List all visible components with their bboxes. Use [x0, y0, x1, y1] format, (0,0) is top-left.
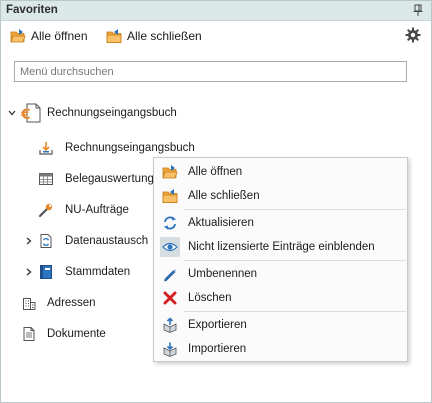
tree-root-rechnungseingangsbuch[interactable]: € Rechnungseingangsbuch: [21, 102, 177, 124]
panel-title: Favoriten: [6, 4, 58, 16]
tree-item-datenaustausch[interactable]: Datenaustausch: [38, 230, 148, 252]
menu-item-label: Nicht lizensierte Einträge einblenden: [188, 241, 375, 253]
tree-item-belegauswertung[interactable]: Belegauswertung: [38, 168, 154, 190]
tree-item-nu-auftraege[interactable]: NU-Aufträge: [38, 199, 129, 221]
menu-item-label: Importieren: [188, 343, 247, 355]
eye-icon: [160, 237, 180, 257]
menu-item-label: Alle öffnen: [188, 166, 243, 178]
document-exchange-icon: [40, 234, 52, 248]
close-all-button[interactable]: Alle schließen: [106, 25, 202, 46]
menu-item-label: Aktualisieren: [188, 217, 254, 229]
tree-item-label: Adressen: [47, 297, 96, 309]
close-all-label: Alle schließen: [127, 28, 202, 43]
box-import-icon: [163, 342, 177, 357]
refresh-icon: [164, 216, 176, 230]
folder-open-icon: [10, 28, 26, 42]
tree-item-adressen[interactable]: Adressen: [21, 292, 96, 314]
table-grid-icon: [39, 173, 53, 185]
menu-item-label: Löschen: [188, 292, 232, 304]
building-icon: [23, 298, 36, 310]
delete-x-icon: [163, 291, 177, 305]
chevron-right-icon[interactable]: [24, 267, 34, 277]
menu-search-input[interactable]: [14, 61, 407, 82]
menu-item-label: Umbenennen: [188, 268, 258, 280]
panel-titlebar: Favoriten: [1, 1, 431, 21]
box-export-icon: [163, 317, 177, 333]
open-all-label: Alle öffnen: [31, 28, 88, 43]
tree-item-rechnungseingangsbuch[interactable]: Rechnungseingangsbuch: [38, 137, 195, 159]
tree-item-label: NU-Aufträge: [65, 204, 129, 216]
tree-item-stammdaten[interactable]: Stammdaten: [38, 261, 130, 283]
tree-item-label: Stammdaten: [65, 266, 131, 278]
toolbar: Alle öffnen Alle schließen: [1, 22, 431, 48]
tree-item-label: Dokumente: [47, 328, 106, 340]
pencil-icon: [164, 269, 177, 282]
menu-item-label: Alle schließen: [188, 190, 260, 202]
menu-item-import[interactable]: Importieren: [156, 338, 405, 360]
euro-document-icon: €: [21, 103, 41, 123]
menu-separator: [184, 311, 406, 312]
tree-item-label: Belegauswertung: [65, 173, 154, 185]
svg-text:€: €: [21, 107, 31, 123]
chevron-down-icon[interactable]: [7, 108, 17, 118]
pin-icon[interactable]: [411, 3, 425, 18]
menu-item-open-all[interactable]: Alle öffnen: [156, 161, 405, 183]
tree-root-label: Rechnungseingangsbuch: [47, 107, 177, 119]
folder-close-icon: [106, 28, 122, 43]
chevron-right-icon[interactable]: [24, 236, 34, 246]
context-menu: Alle öffnen Alle schließen Aktualisieren…: [153, 157, 408, 362]
menu-item-delete[interactable]: Löschen: [156, 287, 405, 309]
menu-item-refresh[interactable]: Aktualisieren: [156, 212, 405, 234]
book-icon: [40, 265, 52, 279]
folder-open-icon: [162, 165, 178, 179]
wrench-icon: [38, 203, 53, 218]
gear-icon[interactable]: [405, 27, 421, 43]
tree-item-dokumente[interactable]: Dokumente: [21, 323, 106, 345]
tree-item-label: Rechnungseingangsbuch: [65, 142, 195, 154]
menu-item-label: Exportieren: [188, 319, 247, 331]
open-all-button[interactable]: Alle öffnen: [10, 25, 88, 46]
menu-item-close-all[interactable]: Alle schließen: [156, 185, 405, 207]
menu-item-export[interactable]: Exportieren: [156, 314, 405, 336]
document-icon: [23, 327, 35, 341]
folder-close-icon: [162, 189, 178, 203]
menu-item-show-unlicensed[interactable]: Nicht lizensierte Einträge einblenden: [156, 236, 405, 258]
menu-item-rename[interactable]: Umbenennen: [156, 263, 405, 285]
tree-item-label: Datenaustausch: [65, 235, 149, 247]
menu-separator: [184, 260, 406, 261]
inbox-download-icon: [39, 142, 53, 155]
menu-separator: [184, 209, 406, 210]
